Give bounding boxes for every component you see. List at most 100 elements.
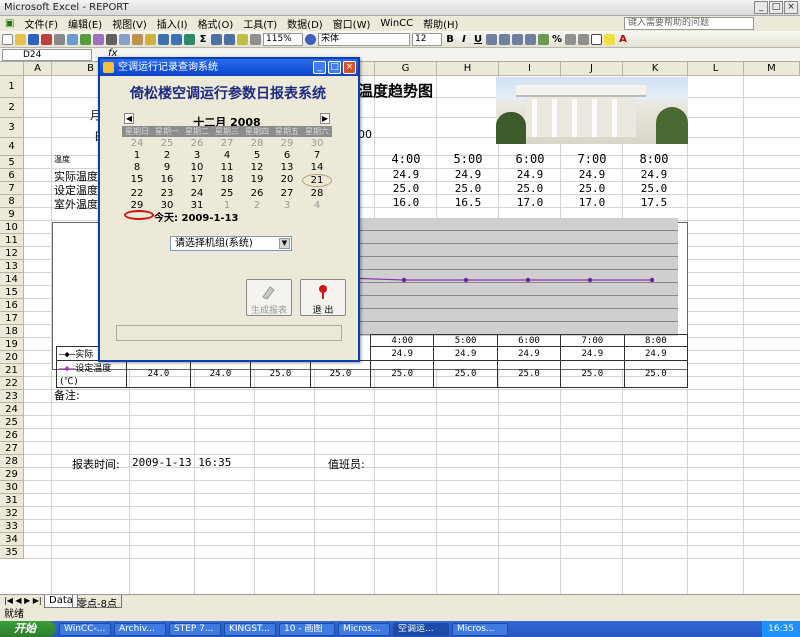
help-search-input[interactable]: 键入需要帮助的问题 xyxy=(624,17,754,30)
maximize-button[interactable]: □ xyxy=(769,1,783,14)
menu-format[interactable]: 格式(O) xyxy=(193,16,239,31)
print-icon[interactable] xyxy=(54,33,65,45)
row-header-21[interactable]: 21 xyxy=(0,364,24,377)
calendar-day[interactable]: 4 xyxy=(212,150,242,161)
tab-scroll-first-icon[interactable]: |◀ ◀ ▶ ▶| xyxy=(4,596,42,605)
calendar-day[interactable]: 27 xyxy=(272,188,302,199)
menu-insert[interactable]: 插入(I) xyxy=(152,16,193,31)
row-header-4[interactable]: 4 xyxy=(0,138,24,156)
calendar-day[interactable]: 1 xyxy=(122,150,152,161)
task-wincc[interactable]: WinCC-... xyxy=(59,622,111,636)
calendar-day[interactable]: 18 xyxy=(212,174,242,187)
row-header-6[interactable]: 6 xyxy=(0,169,24,182)
calendar-day[interactable]: 28 xyxy=(302,188,332,199)
calendar-day[interactable]: 22 xyxy=(122,188,152,199)
row-header-11[interactable]: 11 xyxy=(0,234,24,247)
underline-button[interactable]: U xyxy=(472,34,484,45)
calendar-day[interactable]: 23 xyxy=(152,188,182,199)
row-header-12[interactable]: 12 xyxy=(0,247,24,260)
row-header-8[interactable]: 8 xyxy=(0,195,24,208)
chart-wizard-icon[interactable] xyxy=(237,33,248,45)
calendar-day[interactable]: 21 xyxy=(302,174,332,187)
comma-style-icon[interactable] xyxy=(565,33,576,45)
bold-button[interactable]: B xyxy=(444,34,456,45)
autosum-icon[interactable]: Σ xyxy=(197,34,209,45)
open-folder-icon[interactable] xyxy=(15,33,26,45)
copy-icon[interactable] xyxy=(119,33,130,45)
dialog-minimize-button[interactable]: _ xyxy=(313,61,326,74)
row-header-17[interactable]: 17 xyxy=(0,312,24,325)
column-header-h[interactable]: H xyxy=(437,62,499,76)
column-header-a[interactable]: A xyxy=(24,62,52,76)
zoom-select[interactable]: 115% xyxy=(263,32,303,46)
row-header-5[interactable]: 5 xyxy=(0,156,24,169)
row-header-9[interactable]: 9 xyxy=(0,208,24,221)
calendar-day[interactable]: 2 xyxy=(242,200,272,211)
task-micros-1[interactable]: Micros... xyxy=(338,622,390,636)
calendar-day[interactable]: 19 xyxy=(242,174,272,187)
new-file-icon[interactable] xyxy=(2,33,13,45)
column-header-m[interactable]: M xyxy=(744,62,800,76)
calendar-day[interactable]: 26 xyxy=(182,138,212,149)
font-size-select[interactable]: 12 xyxy=(412,32,442,46)
currency-icon[interactable] xyxy=(538,33,549,45)
menu-wincc[interactable]: WinCC xyxy=(375,18,418,29)
calendar-day[interactable]: 6 xyxy=(272,150,302,161)
row-header-23[interactable]: 23 xyxy=(0,390,24,403)
calendar-day[interactable]: 16 xyxy=(152,174,182,187)
calendar-day[interactable]: 25 xyxy=(212,188,242,199)
row-header-30[interactable]: 30 xyxy=(0,481,24,494)
calendar-day[interactable]: 3 xyxy=(182,150,212,161)
exit-button[interactable]: 退 出 xyxy=(300,279,346,316)
calendar-day[interactable]: 2 xyxy=(152,150,182,161)
calendar-day[interactable]: 26 xyxy=(242,188,272,199)
font-name-select[interactable]: 宋体 xyxy=(318,32,410,46)
research-icon[interactable] xyxy=(93,33,104,45)
calendar-day[interactable]: 30 xyxy=(302,138,332,149)
dialog-close-button[interactable]: × xyxy=(343,61,356,74)
row-header-19[interactable]: 19 xyxy=(0,338,24,351)
calendar-day[interactable]: 24 xyxy=(122,138,152,149)
task-archiv[interactable]: Archiv... xyxy=(114,622,166,636)
column-header-g[interactable]: G xyxy=(375,62,437,76)
generate-report-button[interactable]: 生成报表 xyxy=(246,279,292,316)
row-header-22[interactable]: 22 xyxy=(0,377,24,390)
tab-shift-0-8[interactable]: 零点-8点 xyxy=(72,595,122,610)
calendar-day[interactable]: 9 xyxy=(152,162,182,173)
row-header-31[interactable]: 31 xyxy=(0,494,24,507)
select-all-corner[interactable] xyxy=(0,62,24,76)
merge-center-icon[interactable] xyxy=(525,33,536,45)
row-header-16[interactable]: 16 xyxy=(0,299,24,312)
print-preview-icon[interactable] xyxy=(67,33,78,45)
calendar-next-button[interactable]: ▶ xyxy=(320,113,330,124)
row-header-1[interactable]: 1 xyxy=(0,76,24,98)
row-header-18[interactable]: 18 xyxy=(0,325,24,338)
calendar-day[interactable]: 15 xyxy=(122,174,152,187)
permission-icon[interactable] xyxy=(41,33,52,45)
row-header-28[interactable]: 28 xyxy=(0,455,24,468)
task-micros-2[interactable]: Micros... xyxy=(452,622,508,636)
row-header-27[interactable]: 27 xyxy=(0,442,24,455)
calendar-day[interactable]: 4 xyxy=(302,200,332,211)
row-header-35[interactable]: 35 xyxy=(0,546,24,559)
close-button[interactable]: × xyxy=(784,1,798,14)
menu-window[interactable]: 窗口(W) xyxy=(328,16,376,31)
calendar-day[interactable]: 29 xyxy=(272,138,302,149)
dialog-maximize-button[interactable]: □ xyxy=(328,61,341,74)
column-header-j[interactable]: J xyxy=(561,62,623,76)
row-header-25[interactable]: 25 xyxy=(0,416,24,429)
format-painter-icon[interactable] xyxy=(145,33,156,45)
menu-file[interactable]: 文件(F) xyxy=(19,16,63,31)
percent-icon[interactable]: % xyxy=(551,34,563,45)
chevron-down-icon[interactable]: ▼ xyxy=(279,238,290,249)
calendar-day[interactable]: 13 xyxy=(272,162,302,173)
calendar-day[interactable]: 7 xyxy=(302,150,332,161)
excel-menu-icon[interactable]: ▣ xyxy=(0,18,19,29)
calendar-day[interactable]: 27 xyxy=(212,138,242,149)
row-header-13[interactable]: 13 xyxy=(0,260,24,273)
hyperlink-icon[interactable] xyxy=(184,33,195,45)
name-box[interactable]: D24 xyxy=(2,49,92,61)
calendar-day[interactable]: 10 xyxy=(182,162,212,173)
row-header-7[interactable]: 7 xyxy=(0,182,24,195)
calendar-day[interactable]: 24 xyxy=(182,188,212,199)
